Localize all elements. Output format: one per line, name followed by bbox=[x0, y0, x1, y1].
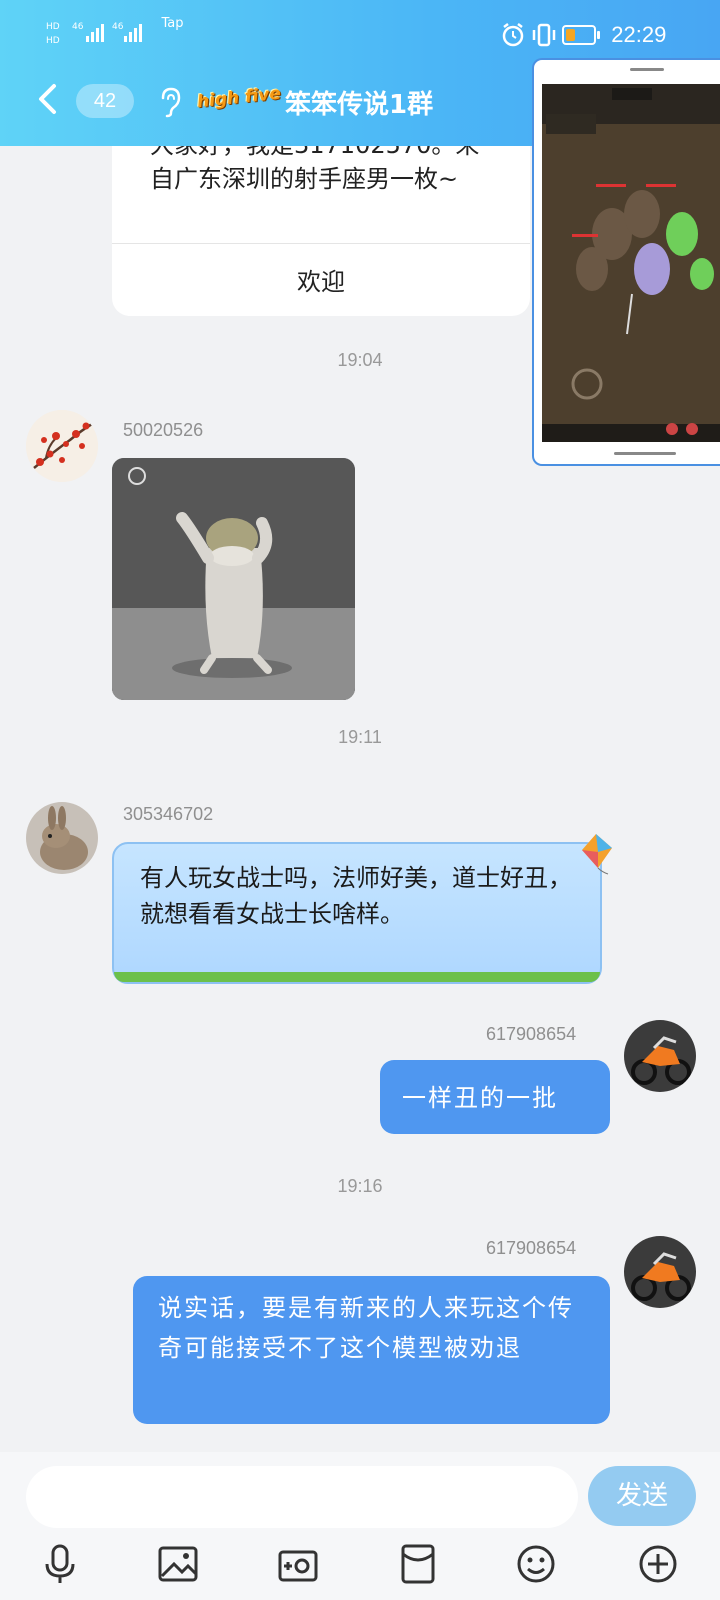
message-text: 有人玩女战士吗，法师好美，道士好丑，就想看看女战士长啥样。 bbox=[140, 864, 572, 928]
microphone-icon[interactable] bbox=[40, 1542, 80, 1586]
welcome-button[interactable]: 欢迎 bbox=[112, 262, 530, 297]
ear-icon[interactable] bbox=[158, 86, 182, 118]
svg-text:46: 46 bbox=[72, 22, 84, 32]
sender-name: 305346702 bbox=[123, 804, 214, 824]
back-chevron-icon[interactable] bbox=[34, 82, 62, 116]
card-divider bbox=[112, 243, 530, 244]
red-packet-icon[interactable] bbox=[398, 1542, 438, 1586]
avatar[interactable] bbox=[26, 802, 98, 874]
svg-text:46: 46 bbox=[112, 22, 124, 32]
sticker-image[interactable] bbox=[112, 458, 355, 700]
send-button[interactable]: 发送 bbox=[588, 1466, 696, 1526]
drag-handle-bottom[interactable] bbox=[614, 452, 676, 455]
group-level-badge: high five bbox=[196, 83, 282, 113]
alarm-icon bbox=[502, 23, 524, 47]
message-text: 说实话，要是有新来的人来玩这个传奇可能接受不了这个模型被劝退 bbox=[158, 1294, 574, 1362]
vibrate-icon bbox=[532, 23, 556, 47]
dancing-lizard-sticker-icon bbox=[112, 458, 355, 700]
avatar[interactable] bbox=[624, 1020, 696, 1092]
kite-icon bbox=[582, 834, 612, 875]
plum-blossom-avatar-icon bbox=[26, 410, 98, 482]
floating-game-window[interactable] bbox=[532, 58, 720, 466]
camera-icon[interactable] bbox=[278, 1542, 318, 1586]
avatar[interactable] bbox=[26, 410, 98, 482]
emoji-icon[interactable] bbox=[516, 1542, 556, 1586]
rabbit-avatar-icon bbox=[26, 802, 98, 874]
game-scene-icon bbox=[542, 84, 720, 442]
sender-name: 617908654 bbox=[486, 1238, 577, 1258]
unread-count-badge[interactable]: 42 bbox=[76, 84, 134, 118]
motorcycle-avatar-icon bbox=[624, 1020, 696, 1092]
avatar[interactable] bbox=[624, 1236, 696, 1308]
sender-name: 50020526 bbox=[123, 420, 204, 440]
svg-text:HD: HD bbox=[46, 36, 60, 46]
message-text: 一样丑的一批 bbox=[402, 1084, 558, 1112]
status-bar-left: HD HD 46 46 Tap bbox=[46, 16, 184, 48]
image-icon[interactable] bbox=[158, 1542, 198, 1586]
motorcycle-avatar-icon bbox=[624, 1236, 696, 1308]
message-input[interactable] bbox=[26, 1466, 578, 1528]
plus-icon[interactable] bbox=[638, 1542, 678, 1586]
timestamp: 19:11 bbox=[338, 727, 382, 747]
signal-icon: HD HD 46 46 bbox=[46, 22, 142, 46]
clock: 22:29 bbox=[611, 22, 667, 47]
sender-name: 617908654 bbox=[486, 1024, 577, 1044]
battery-icon bbox=[562, 25, 601, 45]
timestamp: 19:16 bbox=[337, 1176, 383, 1196]
game-preview[interactable] bbox=[542, 84, 720, 442]
network-label: Tap bbox=[161, 16, 184, 31]
welcome-text-line2: 自广东深圳的射手座男一枚~ bbox=[150, 165, 459, 193]
status-bar-right: 22:29 bbox=[500, 22, 666, 48]
group-title[interactable]: 笨笨传说1群 bbox=[285, 84, 433, 121]
drag-handle-top[interactable] bbox=[630, 68, 664, 71]
svg-text:HD: HD bbox=[46, 22, 60, 32]
